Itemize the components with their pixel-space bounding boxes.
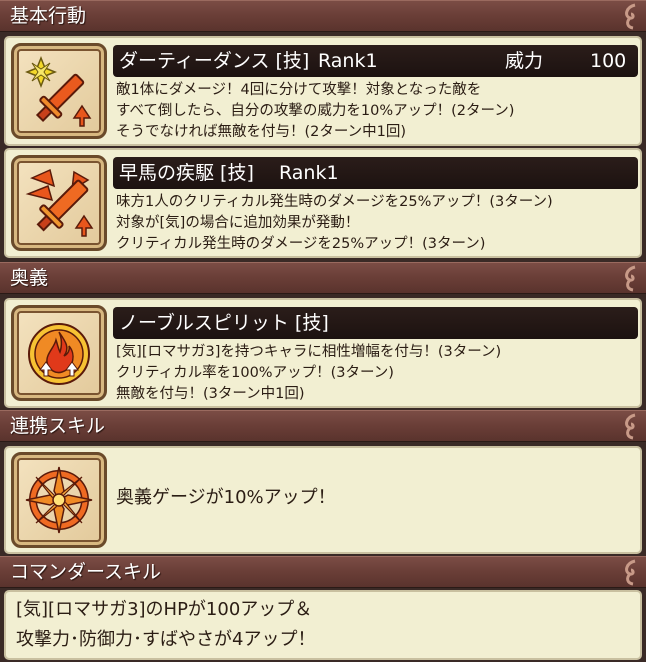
ougi-description: [気][ロマサガ3]を持つキャラに相性増幅を付与！(3ターン) クリティカル率を… [116,342,501,405]
skill-icon-frame [11,305,107,401]
skill-name-bar: ダーティーダンス [技] Rank1 威力 100 [113,45,638,77]
description-line: そうでなければ無敵を付与！(2ターン中1回) [116,124,407,140]
description-line: 敵1体にダメージ！4回に分けて攻撃！対象となった敵を [116,82,482,98]
flame-emblem-icon [28,323,90,385]
skill-card-2[interactable]: 早馬の疾駆 [技] Rank1 味方1人のクリティカル発生時のダメージを25%ア… [4,148,642,258]
curl-ornament-icon [625,265,636,292]
skill-description: 敵1体にダメージ！4回に分けて攻撃！対象となった敵を すべて倒したら、自分の攻撃… [116,80,514,143]
renkei-text: 奥義ゲージが10%アップ！ [116,487,336,508]
skill-card-1[interactable]: ダーティーダンス [技] Rank1 威力 100 敵1体にダメージ！4回に分け… [4,36,642,146]
section-header-renkei: 連携スキル [0,410,646,442]
section-header-basic: 基本行動 [0,0,646,32]
renkei-card[interactable]: 奥義ゲージが10%アップ！ [4,446,642,554]
skill-name: 早馬の疾駆 [技] [119,162,254,184]
description-line: クリティカル率を100%アップ！(3ターン) [116,365,394,381]
section-title: 奥義 [10,267,49,289]
skill-icon-frame [11,452,107,548]
section-title: 基本行動 [10,5,87,27]
ougi-card[interactable]: ノーブルスピリット [技] [気][ロマサガ3]を持つキャラに相性増幅を付与！(… [4,298,642,408]
sword-burst-icon [24,55,92,127]
skill-description: 味方1人のクリティカル発生時のダメージを25%アップ！(3ターン) 対象が[気]… [116,192,553,255]
description-line: [気][ロマサガ3]のHPが100アップ＆ [16,599,313,620]
curl-ornament-icon [625,559,636,586]
description-line: 攻撃力･防御力･すばやさが4アップ！ [16,629,316,650]
compass-star-icon [25,466,93,534]
skill-icon-frame [11,43,107,139]
description-line: 無敵を付与！(3ターン中1回) [116,386,305,402]
curl-ornament-icon [625,3,636,30]
ougi-name: ノーブルスピリット [技] [119,312,329,334]
swift-blade-icon [25,168,94,237]
skill-name: ダーティーダンス [技] [119,50,310,72]
power-value: 100 [590,50,627,72]
description-line: 対象が[気]の場合に追加効果が発動！ [116,215,360,231]
section-header-commander: コマンダースキル [0,556,646,588]
skill-icon-frame [11,155,107,251]
section-title: コマンダースキル [10,561,162,583]
description-line: 味方1人のクリティカル発生時のダメージを25%アップ！(3ターン) [116,194,553,210]
power-label: 威力 [505,50,544,72]
commander-description: [気][ロマサガ3]のHPが100アップ＆ 攻撃力･防御力･すばやさが4アップ！ [16,595,315,655]
skill-rank: Rank1 [318,50,378,72]
skill-name-bar: 早馬の疾駆 [技] Rank1 [113,157,638,189]
description-line: [気][ロマサガ3]を持つキャラに相性増幅を付与！(3ターン) [116,344,502,360]
ougi-name-bar: ノーブルスピリット [技] [113,307,638,339]
curl-ornament-icon [625,413,636,440]
description-line: クリティカル発生時のダメージを25%アップ！(3ターン) [116,236,486,252]
commander-card[interactable]: [気][ロマサガ3]のHPが100アップ＆ 攻撃力･防御力･すばやさが4アップ！ [4,590,642,660]
section-title: 連携スキル [10,415,106,437]
section-header-ougi: 奥義 [0,262,646,294]
skill-rank: Rank1 [279,162,339,184]
description-line: すべて倒したら、自分の攻撃の威力を10%アップ！(2ターン) [116,103,515,119]
